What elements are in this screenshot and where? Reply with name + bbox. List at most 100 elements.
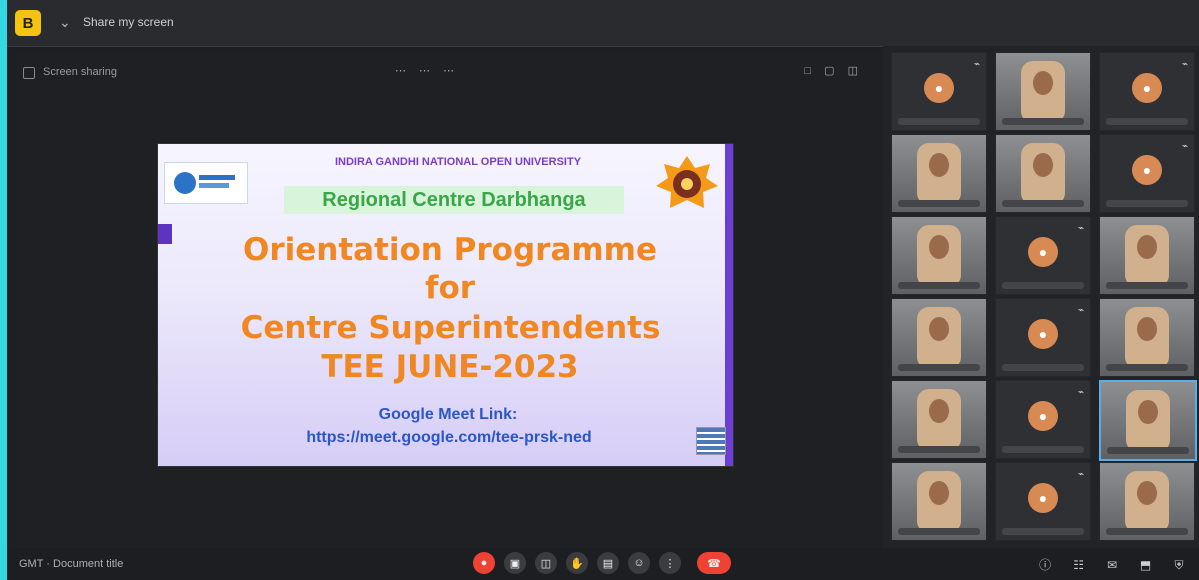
participant-video [1021,61,1065,123]
avatar: ● [1028,483,1058,513]
participant-tile[interactable] [891,134,987,213]
participant-video [1125,471,1169,533]
participant-name [1107,447,1189,454]
info-icon[interactable]: ⓘ [1037,556,1053,572]
mic-icon: ⌁ [973,59,980,70]
participant-name [898,364,980,371]
participant-tile[interactable]: ● ⌁ [995,216,1091,295]
participant-tile[interactable] [995,134,1091,213]
slide-title-line-3: Centre Superintendents [240,310,661,346]
participant-name [1002,528,1084,535]
chat-icon[interactable]: ✉ [1104,558,1120,572]
participant-tile[interactable] [1099,462,1195,541]
participant-tile[interactable] [891,462,987,541]
participant-name [1106,282,1188,289]
slide-badge-icon [696,427,726,455]
participant-name [1106,200,1188,207]
participant-name [898,200,980,207]
avatar: ● [1028,401,1058,431]
captions-icon[interactable]: ◫ [535,552,557,574]
participant-video [1125,307,1169,369]
logo-graphic-left [174,172,235,194]
participant-video [917,389,961,451]
avatar: ● [1028,237,1058,267]
participant-video [917,307,961,369]
slide-title-line-2: for [424,270,476,306]
participant-video [1021,143,1065,205]
participant-name [1002,282,1084,289]
participant-tile[interactable] [891,298,987,377]
university-name: INDIRA GANDHI NATIONAL OPEN UNIVERSITY [334,156,582,168]
avatar: ● [924,73,954,103]
slide-accent-mark [158,224,172,244]
participant-tile[interactable] [1099,216,1195,295]
share-toolbar: Screen sharing ⋯ ⋯ ⋯ □ ▢ ◫ [15,62,883,84]
mic-icon: ⌁ [1077,469,1084,480]
phone-icon[interactable]: ☎ [697,552,731,574]
people-icon[interactable]: ☷ [1071,558,1087,572]
mic-icon: ⌁ [1181,59,1188,70]
participant-tile[interactable]: ● ⌁ [1099,134,1195,213]
participant-video [917,143,961,205]
participant-name [1002,364,1084,371]
left-edge-strip [0,0,7,580]
university-logo [164,162,248,204]
slide-link-url[interactable]: https://meet.google.com/tee-prsk-ned [194,429,704,447]
regional-centre-banner: Regional Centre Darbhanga [284,186,624,214]
participant-name [1106,364,1188,371]
window-title: Share my screen [83,15,174,29]
participant-tile[interactable] [995,52,1091,131]
participant-tile[interactable]: ● ⌁ [995,380,1091,459]
participant-tile[interactable]: ● ⌁ [995,462,1091,541]
more-icon[interactable]: ⋮ [659,552,681,574]
share-icon[interactable]: ▤ [597,552,619,574]
participant-tile-active[interactable] [1099,380,1197,461]
avatar: ● [1132,73,1162,103]
participant-tile[interactable] [891,380,987,459]
emoji-icon[interactable]: ☺ [628,552,650,574]
participant-video [917,471,961,533]
participant-tile[interactable] [891,216,987,295]
emblem-logo [650,150,724,216]
participant-name [1002,446,1084,453]
slide-link-label: Google Meet Link: [378,406,518,423]
mic-icon[interactable]: ● [473,552,495,574]
shared-screen-stage: Screen sharing ⋯ ⋯ ⋯ □ ▢ ◫ INDIRA GANDHI… [15,52,883,552]
mic-icon: ⌁ [1181,141,1188,152]
participant-name [898,118,980,125]
window-topbar: B ⌄ Share my screen [7,0,1199,47]
participant-tile[interactable]: ● ⌁ [995,298,1091,377]
slide-title-line-1: Orientation Programme [242,232,658,268]
participant-video [1126,390,1170,452]
avatar: ● [1132,155,1162,185]
participant-tile[interactable]: ● ⌁ [1099,52,1195,131]
presentation-slide: INDIRA GANDHI NATIONAL OPEN UNIVERSITY R… [158,144,733,466]
participant-tile[interactable]: ● ⌁ [891,52,987,131]
slide-title-line-4: TEE JUNE-2023 [321,349,579,385]
view-tool-icons[interactable]: □ ▢ ◫ [804,64,863,77]
participant-name [898,528,980,535]
participant-tile[interactable] [1099,298,1195,377]
share-label: Screen sharing [43,66,117,78]
share-tool-icons[interactable]: ⋯ ⋯ ⋯ [395,64,459,77]
meeting-controls-bar: GMT · Document title ● ▣ ◫ ✋ ▤ ☺ ⋮ ☎ ⓘ ☷… [7,548,1199,580]
participant-name [1106,118,1188,125]
participant-video [917,225,961,287]
meeting-name: GMT · Document title [19,558,124,570]
chevron-down-icon[interactable]: ⌄ [59,14,71,31]
right-controls: ⓘ ☷ ✉ ⬒ ⛨ [1024,556,1187,574]
participant-name [1002,200,1084,207]
participant-video [1125,225,1169,287]
activities-icon[interactable]: ⬒ [1138,558,1154,572]
mic-icon: ⌁ [1077,387,1084,398]
share-icon[interactable] [23,67,35,79]
app-icon[interactable]: B [15,10,41,36]
participant-name [1002,118,1084,125]
lock-icon[interactable]: ⛨ [1171,558,1187,572]
raise-hand-icon[interactable]: ✋ [566,552,588,574]
mic-icon: ⌁ [1077,223,1084,234]
mic-icon: ⌁ [1077,305,1084,316]
participant-grid: ● ⌁ ● ⌁ ● ⌁ ● ⌁ ● ⌁ ● ⌁ ● ⌁ [883,46,1199,556]
avatar: ● [1028,319,1058,349]
video-icon[interactable]: ▣ [504,552,526,574]
